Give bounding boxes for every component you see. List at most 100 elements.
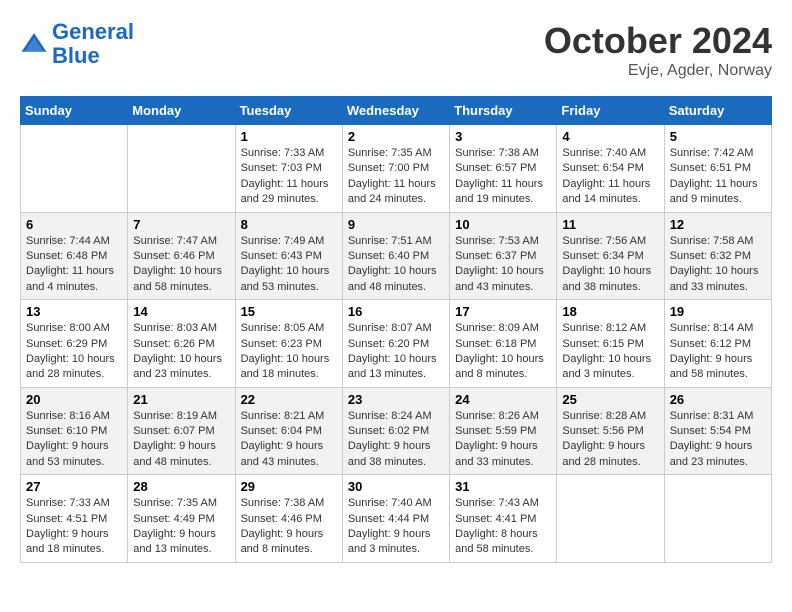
calendar-cell: 1 Sunrise: 7:33 AM Sunset: 7:03 PM Daylig…	[235, 125, 342, 213]
calendar-cell: 20Sunrise: 8:16 AM Sunset: 6:10 PM Dayli…	[21, 387, 128, 475]
day-number: 11	[562, 217, 658, 232]
day-number: 16	[348, 304, 444, 319]
weekday-header: Wednesday	[342, 97, 449, 125]
calendar-cell: 3 Sunrise: 7:38 AM Sunset: 6:57 PM Daylig…	[450, 125, 557, 213]
calendar-cell	[21, 125, 128, 213]
day-number: 23	[348, 392, 444, 407]
day-info: Sunrise: 8:07 AM Sunset: 6:20 PM Dayligh…	[348, 321, 444, 383]
calendar-cell: 12Sunrise: 7:58 AM Sunset: 6:32 PM Dayli…	[664, 212, 771, 300]
calendar-cell: 30 Sunrise: 7:40 AM Sunset: 4:44 PM Dayli…	[342, 475, 449, 563]
day-number: 24	[455, 392, 551, 407]
day-number: 17	[455, 304, 551, 319]
calendar-week-row: 6 Sunrise: 7:44 AM Sunset: 6:48 PM Daylig…	[21, 212, 772, 300]
day-number: 8	[241, 217, 337, 232]
day-info: Sunrise: 8:16 AM Sunset: 6:10 PM Dayligh…	[26, 409, 122, 471]
day-info: Sunrise: 7:58 AM Sunset: 6:32 PM Dayligh…	[670, 234, 766, 296]
calendar-cell: 17 Sunrise: 8:09 AM Sunset: 6:18 PM Dayli…	[450, 300, 557, 388]
day-number: 3	[455, 129, 551, 144]
day-info: Sunrise: 7:56 AM Sunset: 6:34 PM Dayligh…	[562, 234, 658, 296]
calendar-cell: 13 Sunrise: 8:00 AM Sunset: 6:29 PM Dayli…	[21, 300, 128, 388]
calendar-cell: 7 Sunrise: 7:47 AM Sunset: 6:46 PM Daylig…	[128, 212, 235, 300]
day-info: Sunrise: 8:14 AM Sunset: 6:12 PM Dayligh…	[670, 321, 766, 383]
calendar-cell: 21 Sunrise: 8:19 AM Sunset: 6:07 PM Dayli…	[128, 387, 235, 475]
day-number: 7	[133, 217, 229, 232]
day-info: Sunrise: 8:24 AM Sunset: 6:02 PM Dayligh…	[348, 409, 444, 471]
calendar-week-row: 27 Sunrise: 7:33 AM Sunset: 4:51 PM Dayli…	[21, 475, 772, 563]
logo-icon	[20, 30, 48, 58]
calendar-cell: 14 Sunrise: 8:03 AM Sunset: 6:26 PM Dayli…	[128, 300, 235, 388]
month-title: October 2024	[544, 20, 772, 62]
day-info: Sunrise: 8:21 AM Sunset: 6:04 PM Dayligh…	[241, 409, 337, 471]
title-block: October 2024 Evje, Agder, Norway	[544, 20, 772, 80]
weekday-header: Thursday	[450, 97, 557, 125]
calendar-table: SundayMondayTuesdayWednesdayThursdayFrid…	[20, 96, 772, 563]
day-info: Sunrise: 7:38 AM Sunset: 4:46 PM Dayligh…	[241, 496, 337, 558]
calendar-cell: 25 Sunrise: 8:28 AM Sunset: 5:56 PM Dayli…	[557, 387, 664, 475]
day-info: Sunrise: 8:19 AM Sunset: 6:07 PM Dayligh…	[133, 409, 229, 471]
day-number: 21	[133, 392, 229, 407]
day-number: 9	[348, 217, 444, 232]
day-number: 25	[562, 392, 658, 407]
calendar-cell: 9 Sunrise: 7:51 AM Sunset: 6:40 PM Daylig…	[342, 212, 449, 300]
calendar-cell: 19Sunrise: 8:14 AM Sunset: 6:12 PM Dayli…	[664, 300, 771, 388]
calendar-cell: 6 Sunrise: 7:44 AM Sunset: 6:48 PM Daylig…	[21, 212, 128, 300]
calendar-week-row: 1 Sunrise: 7:33 AM Sunset: 7:03 PM Daylig…	[21, 125, 772, 213]
calendar-cell: 10 Sunrise: 7:53 AM Sunset: 6:37 PM Dayli…	[450, 212, 557, 300]
calendar-cell: 22Sunrise: 8:21 AM Sunset: 6:04 PM Dayli…	[235, 387, 342, 475]
day-info: Sunrise: 7:40 AM Sunset: 4:44 PM Dayligh…	[348, 496, 444, 558]
calendar-cell: 24 Sunrise: 8:26 AM Sunset: 5:59 PM Dayli…	[450, 387, 557, 475]
day-info: Sunrise: 8:28 AM Sunset: 5:56 PM Dayligh…	[562, 409, 658, 471]
day-info: Sunrise: 7:47 AM Sunset: 6:46 PM Dayligh…	[133, 234, 229, 296]
day-info: Sunrise: 7:43 AM Sunset: 4:41 PM Dayligh…	[455, 496, 551, 558]
calendar-cell	[128, 125, 235, 213]
day-info: Sunrise: 7:51 AM Sunset: 6:40 PM Dayligh…	[348, 234, 444, 296]
day-info: Sunrise: 8:00 AM Sunset: 6:29 PM Dayligh…	[26, 321, 122, 383]
day-info: Sunrise: 7:44 AM Sunset: 6:48 PM Dayligh…	[26, 234, 122, 296]
calendar-cell: 31 Sunrise: 7:43 AM Sunset: 4:41 PM Dayli…	[450, 475, 557, 563]
weekday-header: Tuesday	[235, 97, 342, 125]
day-number: 30	[348, 479, 444, 494]
logo: General Blue	[20, 20, 134, 68]
day-info: Sunrise: 7:35 AM Sunset: 7:00 PM Dayligh…	[348, 146, 444, 208]
day-number: 6	[26, 217, 122, 232]
day-number: 14	[133, 304, 229, 319]
day-number: 29	[241, 479, 337, 494]
day-number: 10	[455, 217, 551, 232]
calendar-week-row: 20Sunrise: 8:16 AM Sunset: 6:10 PM Dayli…	[21, 387, 772, 475]
day-number: 13	[26, 304, 122, 319]
calendar-cell: 26Sunrise: 8:31 AM Sunset: 5:54 PM Dayli…	[664, 387, 771, 475]
day-info: Sunrise: 8:26 AM Sunset: 5:59 PM Dayligh…	[455, 409, 551, 471]
calendar-cell: 5Sunrise: 7:42 AM Sunset: 6:51 PM Daylig…	[664, 125, 771, 213]
day-number: 28	[133, 479, 229, 494]
calendar-cell: 27 Sunrise: 7:33 AM Sunset: 4:51 PM Dayli…	[21, 475, 128, 563]
calendar-cell: 16 Sunrise: 8:07 AM Sunset: 6:20 PM Dayli…	[342, 300, 449, 388]
weekday-header: Friday	[557, 97, 664, 125]
day-info: Sunrise: 7:33 AM Sunset: 7:03 PM Dayligh…	[241, 146, 337, 208]
calendar-cell	[557, 475, 664, 563]
weekday-header: Saturday	[664, 97, 771, 125]
location-title: Evje, Agder, Norway	[544, 62, 772, 80]
day-number: 5	[670, 129, 766, 144]
day-number: 1	[241, 129, 337, 144]
day-number: 26	[670, 392, 766, 407]
calendar-cell: 2Sunrise: 7:35 AM Sunset: 7:00 PM Daylig…	[342, 125, 449, 213]
day-info: Sunrise: 7:33 AM Sunset: 4:51 PM Dayligh…	[26, 496, 122, 558]
logo-text: General Blue	[52, 20, 134, 68]
calendar-cell: 8 Sunrise: 7:49 AM Sunset: 6:43 PM Daylig…	[235, 212, 342, 300]
day-info: Sunrise: 8:12 AM Sunset: 6:15 PM Dayligh…	[562, 321, 658, 383]
day-number: 27	[26, 479, 122, 494]
calendar-week-row: 13 Sunrise: 8:00 AM Sunset: 6:29 PM Dayli…	[21, 300, 772, 388]
day-info: Sunrise: 7:38 AM Sunset: 6:57 PM Dayligh…	[455, 146, 551, 208]
calendar-cell: 23 Sunrise: 8:24 AM Sunset: 6:02 PM Dayli…	[342, 387, 449, 475]
day-info: Sunrise: 8:05 AM Sunset: 6:23 PM Dayligh…	[241, 321, 337, 383]
weekday-header-row: SundayMondayTuesdayWednesdayThursdayFrid…	[21, 97, 772, 125]
day-number: 18	[562, 304, 658, 319]
calendar-cell: 18 Sunrise: 8:12 AM Sunset: 6:15 PM Dayli…	[557, 300, 664, 388]
day-info: Sunrise: 8:03 AM Sunset: 6:26 PM Dayligh…	[133, 321, 229, 383]
day-number: 31	[455, 479, 551, 494]
calendar-cell: 15Sunrise: 8:05 AM Sunset: 6:23 PM Dayli…	[235, 300, 342, 388]
day-info: Sunrise: 8:09 AM Sunset: 6:18 PM Dayligh…	[455, 321, 551, 383]
page-header: General Blue October 2024 Evje, Agder, N…	[20, 20, 772, 80]
day-info: Sunrise: 7:53 AM Sunset: 6:37 PM Dayligh…	[455, 234, 551, 296]
day-info: Sunrise: 7:49 AM Sunset: 6:43 PM Dayligh…	[241, 234, 337, 296]
